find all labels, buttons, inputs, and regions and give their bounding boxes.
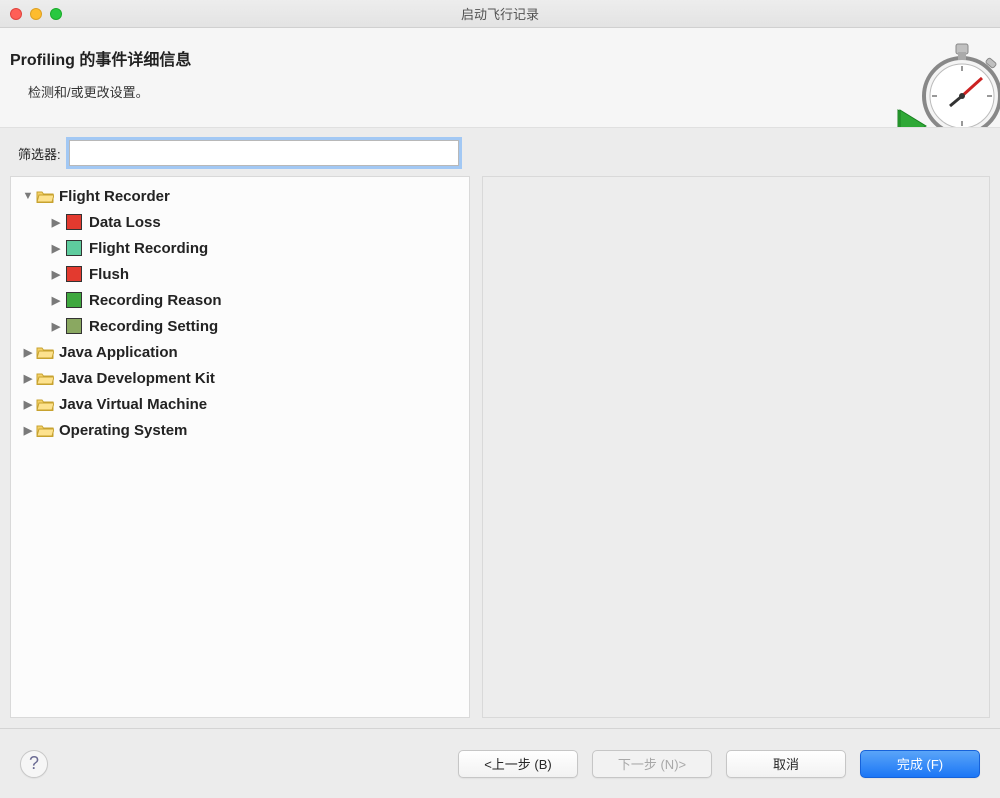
folder-open-icon xyxy=(36,189,54,203)
folder-icon xyxy=(36,345,54,359)
help-button[interactable]: ? xyxy=(20,750,48,778)
category-color-icon xyxy=(66,318,82,334)
folder-icon xyxy=(36,423,54,437)
filter-input[interactable] xyxy=(69,140,459,166)
tree-item-data-loss[interactable]: ▶ Data Loss xyxy=(43,209,465,235)
tree-folder-flight-recorder: ▼ Flight Recorder ▶ Data Loss ▶ Flight R… xyxy=(15,183,465,339)
tree-folder-java-application: ▶ Java Application xyxy=(15,339,465,365)
tree-item-label: Recording Setting xyxy=(89,318,218,335)
chevron-down-icon[interactable]: ▼ xyxy=(21,189,35,203)
tree-folder-label: Java Application xyxy=(59,344,178,361)
page-subtitle: 检测和/或更改设置。 xyxy=(28,82,1000,101)
cancel-button[interactable]: 取消 xyxy=(726,750,846,778)
back-button[interactable]: <上一步 (B) xyxy=(458,750,578,778)
window-title: 启动飞行记录 xyxy=(0,4,1000,23)
chevron-right-icon[interactable]: ▶ xyxy=(21,371,35,385)
filter-row: 筛选器: xyxy=(0,128,1000,176)
tree-folder-operating-system: ▶ Operating System xyxy=(15,417,465,443)
chevron-right-icon[interactable]: ▶ xyxy=(21,423,35,437)
folder-icon xyxy=(36,371,54,385)
tree-item-label: Flight Recording xyxy=(89,240,208,257)
tree-folder-label: Java Development Kit xyxy=(59,370,215,387)
chevron-right-icon[interactable]: ▶ xyxy=(21,345,35,359)
tree-item-flight-recording[interactable]: ▶ Flight Recording xyxy=(43,235,465,261)
page-title: Profiling 的事件详细信息 xyxy=(10,46,1000,70)
maximize-window-icon[interactable] xyxy=(50,8,62,20)
tree-item-label: Recording Reason xyxy=(89,292,222,309)
stopwatch-icon xyxy=(890,38,1000,127)
tree-item-label: Flush xyxy=(89,266,129,283)
event-detail-panel xyxy=(482,176,990,718)
tree-item-recording-setting[interactable]: ▶ Recording Setting xyxy=(43,313,465,339)
wizard-header: Profiling 的事件详细信息 检测和/或更改设置。 xyxy=(0,28,1000,128)
category-color-icon xyxy=(66,240,82,256)
tree-folder-label: Flight Recorder xyxy=(59,188,170,205)
tree-folder-java-virtual-machine: ▶ Java Virtual Machine xyxy=(15,391,465,417)
chevron-right-icon[interactable]: ▶ xyxy=(49,267,63,281)
finish-button[interactable]: 完成 (F) xyxy=(860,750,980,778)
folder-icon xyxy=(36,397,54,411)
category-color-icon xyxy=(66,214,82,230)
tree-folder-label: Operating System xyxy=(59,422,187,439)
tree-item-recording-reason[interactable]: ▶ Recording Reason xyxy=(43,287,465,313)
event-tree-panel[interactable]: ▼ Flight Recorder ▶ Data Loss ▶ Flight R… xyxy=(10,176,470,718)
chevron-right-icon[interactable]: ▶ xyxy=(49,319,63,333)
filter-label: 筛选器: xyxy=(18,144,61,163)
chevron-right-icon[interactable]: ▶ xyxy=(49,241,63,255)
tree-item-flush[interactable]: ▶ Flush xyxy=(43,261,465,287)
category-color-icon xyxy=(66,292,82,308)
wizard-footer: ? <上一步 (B) 下一步 (N)> 取消 完成 (F) xyxy=(0,728,1000,798)
category-color-icon xyxy=(66,266,82,282)
minimize-window-icon[interactable] xyxy=(30,8,42,20)
chevron-right-icon[interactable]: ▶ xyxy=(49,215,63,229)
tree-item-label: Data Loss xyxy=(89,214,161,231)
tree-folder-java-development-kit: ▶ Java Development Kit xyxy=(15,365,465,391)
close-window-icon[interactable] xyxy=(10,8,22,20)
chevron-right-icon[interactable]: ▶ xyxy=(49,293,63,307)
tree-folder-label: Java Virtual Machine xyxy=(59,396,207,413)
window-titlebar: 启动飞行记录 xyxy=(0,0,1000,28)
next-button: 下一步 (N)> xyxy=(592,750,712,778)
chevron-right-icon[interactable]: ▶ xyxy=(21,397,35,411)
